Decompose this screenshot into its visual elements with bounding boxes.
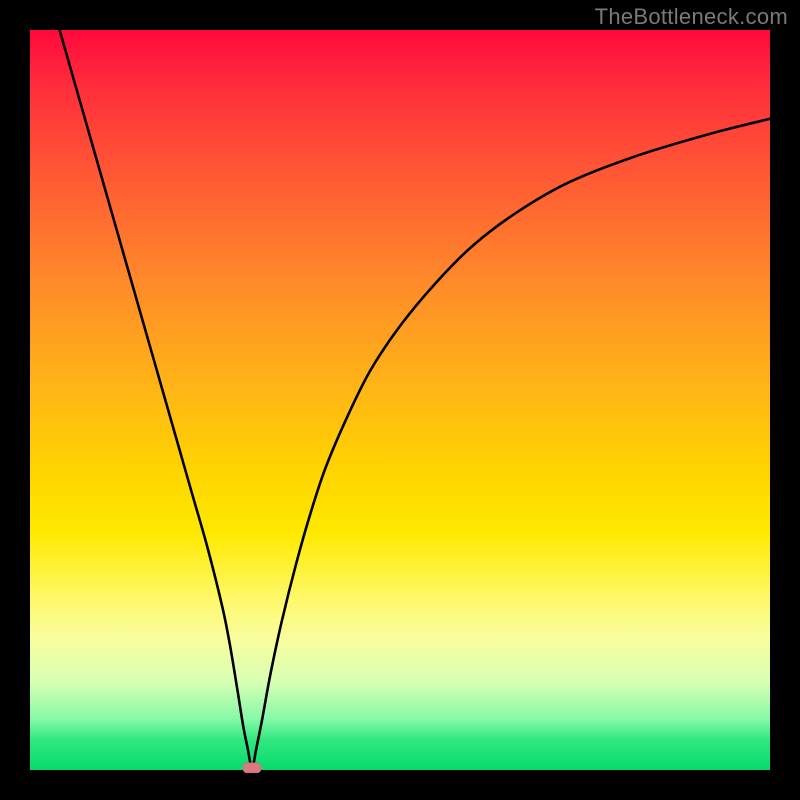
bottleneck-curve <box>30 30 770 770</box>
plot-area <box>30 30 770 770</box>
minimum-point-marker <box>243 763 261 773</box>
chart-frame: TheBottleneck.com <box>0 0 800 800</box>
watermark-text: TheBottleneck.com <box>595 4 788 30</box>
